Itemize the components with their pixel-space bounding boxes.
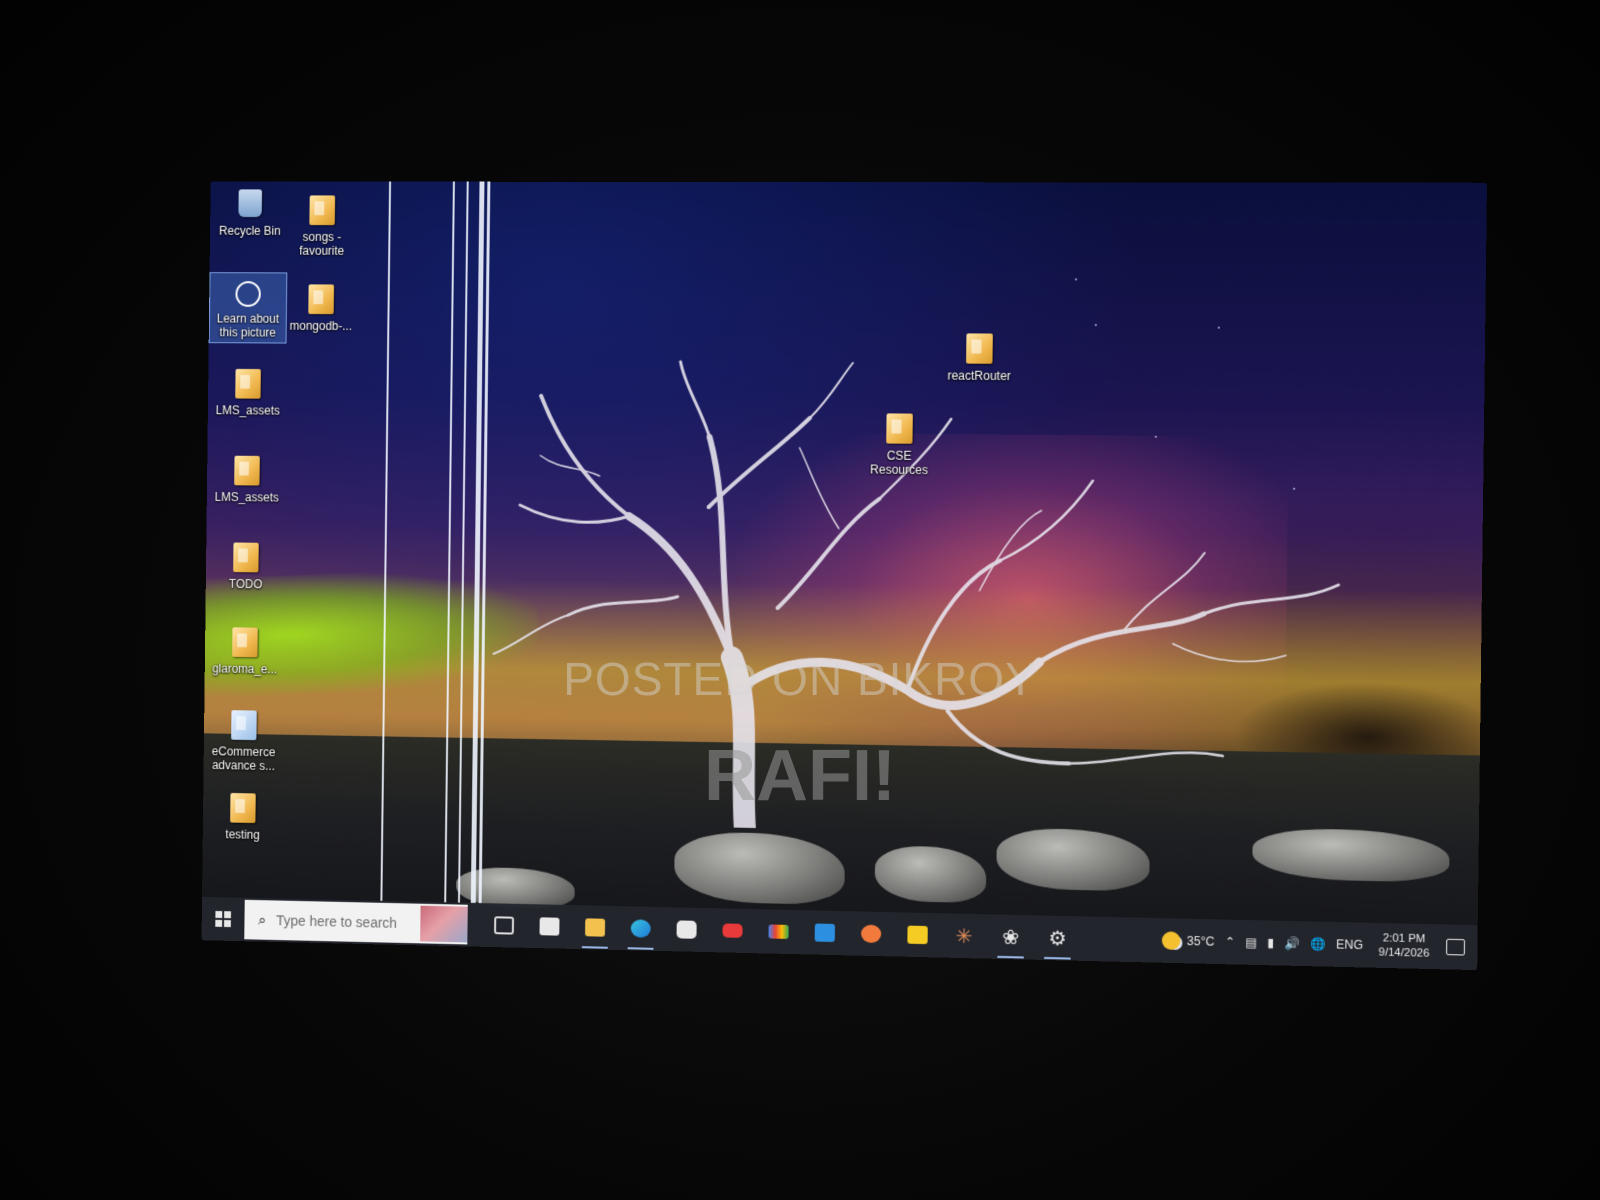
learn-picture-icon — [233, 277, 263, 309]
desktop-icon-label: testing — [225, 827, 260, 842]
desktop-icon-cse-resources[interactable]: CSE Resources — [860, 409, 940, 477]
start-button[interactable] — [202, 897, 245, 941]
folder-icon — [230, 627, 260, 659]
youtube-icon[interactable] — [709, 908, 756, 953]
desktop-screen: Recycle Bin Learn about this picture LMS… — [201, 181, 1487, 971]
search-icon: ⌕ — [258, 911, 267, 929]
taskbar-clock[interactable]: 2:01 PM 9/14/2026 — [1378, 931, 1429, 961]
desktop-icon-lms-assets[interactable]: LMS_assets — [209, 452, 285, 505]
desktop-icon-label: mongodb-... — [289, 318, 353, 334]
search-highlight-image — [420, 905, 468, 943]
desktop-icon-learn-about-picture[interactable]: Learn about this picture — [208, 272, 288, 344]
desktop-icon-label: LMS_assets — [215, 403, 280, 418]
desktop-icon-label: TODO — [228, 576, 263, 592]
claude-icon[interactable]: ✳ — [941, 913, 988, 958]
battery-icon[interactable]: ▮ — [1267, 936, 1274, 950]
desktop-icon-recycle-bin[interactable]: Recycle Bin — [212, 185, 288, 238]
show-hidden-icons-chevron-up-icon[interactable]: ⌃ — [1225, 935, 1236, 949]
folder-icon — [232, 455, 262, 488]
globe-icon[interactable]: 🌐 — [1310, 937, 1326, 952]
zip-folder-icon — [233, 368, 263, 401]
folder-icon — [307, 195, 337, 227]
star — [1074, 278, 1077, 281]
gmail-icon[interactable] — [755, 909, 802, 954]
file-explorer-icon[interactable] — [572, 905, 618, 950]
desktop-icon-glaroma[interactable]: glaroma_e... — [207, 623, 283, 676]
star — [1094, 323, 1097, 327]
chatgpt-icon[interactable]: ❀ — [987, 914, 1034, 959]
windows-logo-icon — [215, 910, 231, 928]
star — [1217, 326, 1220, 329]
edge-icon[interactable] — [618, 906, 664, 951]
desktop-icon-label: Learn about this picture — [216, 311, 280, 340]
volume-icon[interactable]: 🔊 — [1284, 936, 1300, 951]
notification-center-icon[interactable] — [1446, 938, 1466, 956]
weather-icon — [1162, 931, 1181, 950]
desktop-icon-label: LMS_assets — [214, 490, 279, 505]
desktop-icon-label: reactRouter — [947, 368, 1012, 384]
desktop-icon-label: songs - favourite — [299, 229, 345, 258]
desktop-icon-songs-favourite[interactable]: songs - favourite — [284, 191, 361, 258]
sticky-notes-icon[interactable] — [894, 912, 941, 957]
task-view-icon[interactable] — [481, 903, 527, 948]
photo-background: Recycle Bin Learn about this picture LMS… — [0, 0, 1600, 1200]
desktop-icon-mongodb[interactable]: mongodb-... — [283, 280, 360, 333]
store-icon[interactable] — [526, 904, 572, 949]
system-tray: 35°C ⌃ ▤ ▮ 🔊 🌐 ENG 2:01 PM 9/14/2026 — [1157, 918, 1478, 970]
app-icon[interactable] — [663, 907, 709, 952]
file-icon — [229, 710, 259, 742]
desktop-icon-testing[interactable]: testing — [205, 789, 281, 843]
clock-date: 9/14/2026 — [1378, 946, 1430, 960]
weather-widget[interactable]: 35°C — [1162, 931, 1214, 950]
desktop-icon-react-router[interactable]: reactRouter — [940, 329, 1020, 383]
folder-icon — [964, 333, 995, 365]
desktop-icon-label: eCommerce advance s... — [211, 744, 276, 774]
recycle-bin-icon — [235, 189, 265, 221]
folder-icon — [884, 413, 915, 445]
network-icon[interactable]: ▤ — [1245, 935, 1257, 949]
language-indicator[interactable]: ENG — [1336, 937, 1363, 952]
clock-time: 2:01 PM — [1382, 932, 1426, 946]
desktop-icon-todo[interactable]: TODO — [208, 538, 284, 591]
postman-icon[interactable] — [848, 911, 895, 956]
weather-temperature: 35°C — [1186, 933, 1215, 949]
desktop-icon-label: CSE Resources — [869, 448, 929, 478]
taskbar-search-box[interactable]: ⌕ Type here to search — [244, 899, 468, 945]
desktop-icon-ecommerce[interactable]: eCommerce advance s... — [205, 706, 282, 773]
folder-icon — [231, 542, 261, 574]
search-placeholder: Type here to search — [275, 912, 398, 931]
folder-icon — [228, 792, 258, 825]
folder-icon — [306, 284, 336, 316]
desktop-icon-lms-assets-zip[interactable]: LMS_assets — [210, 365, 286, 418]
settings-icon[interactable]: ⚙ — [1034, 915, 1081, 961]
vscode-icon[interactable] — [801, 910, 848, 955]
desktop-icon-label: glaroma_e... — [212, 661, 278, 677]
desktop-icon-label: Recycle Bin — [219, 223, 281, 238]
